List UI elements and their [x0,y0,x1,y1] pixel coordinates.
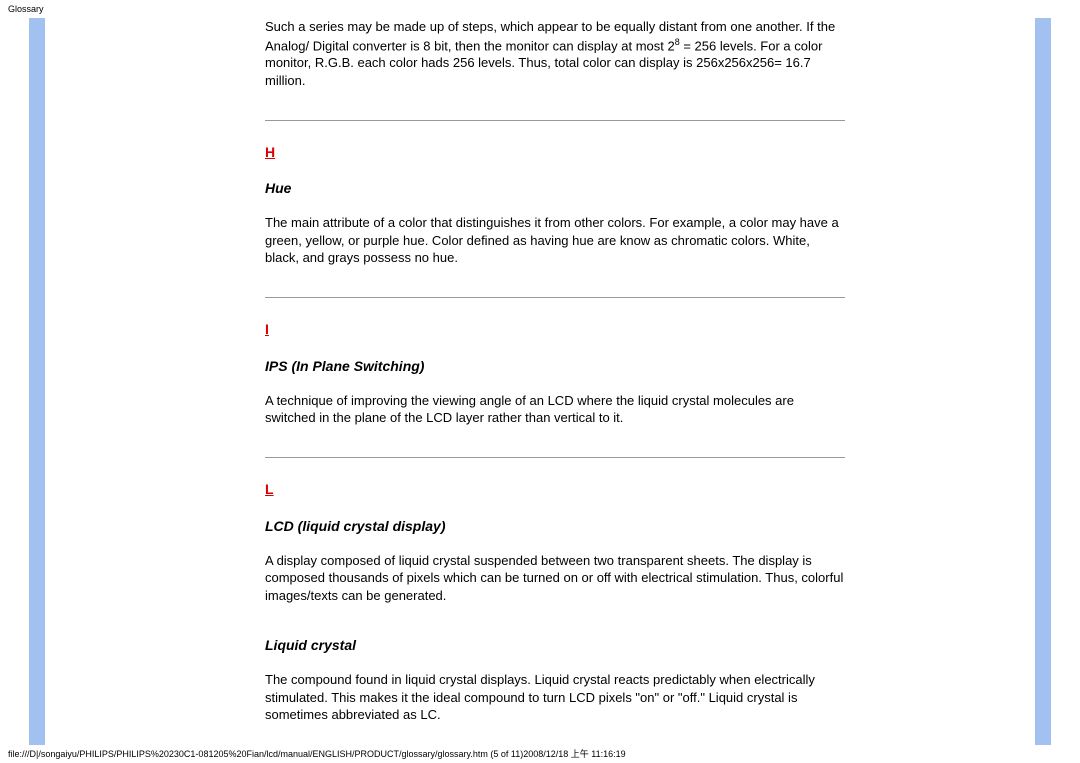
divider [265,120,845,121]
intro-paragraph: Such a series may be made up of steps, w… [265,18,845,90]
letter-link-h[interactable]: H [265,143,275,162]
footer-path: file:///D|/songaiyu/PHILIPS/PHILIPS%2023… [8,747,626,760]
divider [265,297,845,298]
outer-frame: Such a series may be made up of steps, w… [29,18,1051,745]
term-hue: Hue [265,179,845,198]
page-label: Glossary [8,4,44,14]
content-column: Such a series may be made up of steps, w… [265,18,845,728]
inner-page: Such a series may be made up of steps, w… [45,18,1035,745]
term-lcd: LCD (liquid crystal display) [265,517,845,536]
def-hue: The main attribute of a color that disti… [265,214,845,267]
def-ips: A technique of improving the viewing ang… [265,392,845,427]
term-liquid-crystal: Liquid crystal [265,636,845,655]
def-lcd: A display composed of liquid crystal sus… [265,552,845,605]
term-ips: IPS (In Plane Switching) [265,357,845,376]
def-liquid-crystal: The compound found in liquid crystal dis… [265,671,845,724]
letter-link-l[interactable]: L [265,480,274,499]
gap [265,608,845,636]
letter-link-i[interactable]: I [265,320,269,339]
divider [265,457,845,458]
